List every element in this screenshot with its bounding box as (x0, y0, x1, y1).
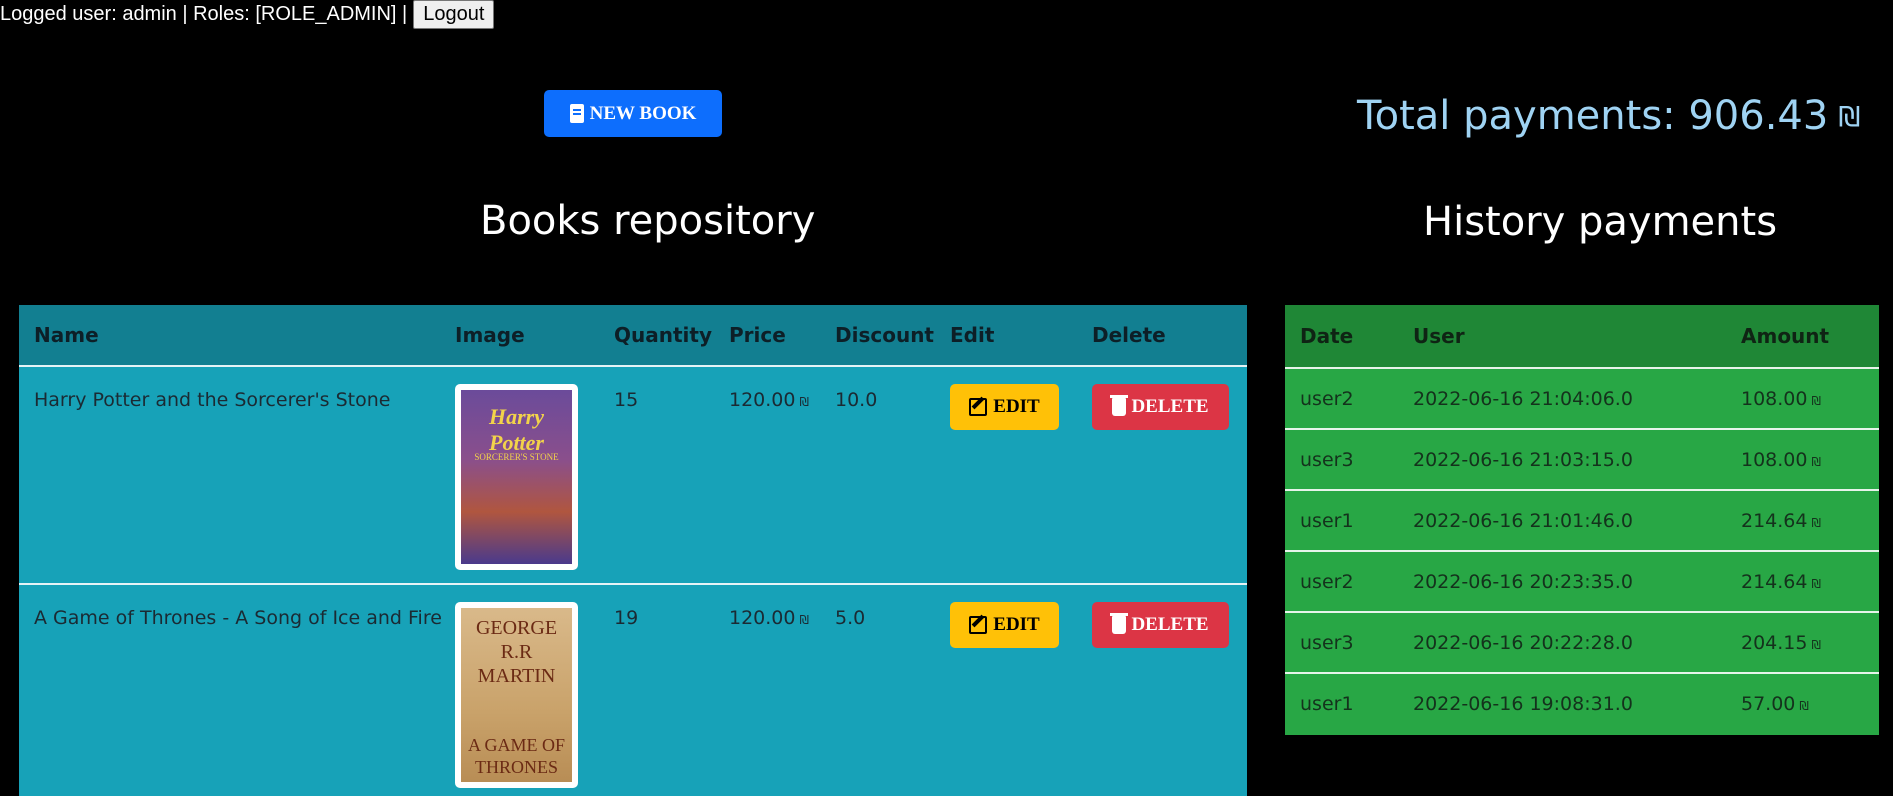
col-image: Image (455, 323, 525, 347)
payment-date: user1 (1300, 692, 1354, 715)
books-table-header: Name Image Quantity Price Discount Edit … (19, 305, 1247, 367)
trash-icon (1110, 395, 1129, 416)
logout-button[interactable]: Logout (413, 0, 495, 29)
payments-table-header: Date User Amount (1285, 305, 1879, 369)
col-delete: Delete (1092, 323, 1166, 347)
col-edit: Edit (950, 323, 995, 347)
payment-user: 2022-06-16 20:23:35.0 (1413, 570, 1633, 593)
book-quantity: 19 (614, 607, 639, 629)
cover-subtitle: SORCERER'S STONE (474, 452, 559, 462)
shekel-icon: ₪ (1811, 454, 1821, 469)
table-row: user2 2022-06-16 21:04:06.0 108.00 ₪ (1285, 369, 1879, 430)
book-price: 120.00 ₪ (729, 607, 809, 629)
books-title: Books repository (480, 198, 816, 244)
book-cover-image: Harry Potter SORCERER'S STONE (455, 384, 578, 570)
payment-amount: 108.00 ₪ (1741, 448, 1821, 471)
col-amount: Amount (1741, 324, 1830, 348)
shekel-icon: ₪ (1811, 576, 1821, 591)
table-row: Harry Potter and the Sorcerer's Stone Ha… (19, 367, 1247, 585)
payments-table: Date User Amount user2 2022-06-16 21:04:… (1285, 305, 1879, 735)
total-payments: Total payments: 906.43 ₪ (1357, 90, 1860, 142)
book-quantity: 15 (614, 389, 639, 411)
edit-icon (969, 616, 988, 634)
book-name: A Game of Thrones - A Song of Ice and Fi… (34, 607, 442, 629)
edit-button[interactable]: EDIT (950, 384, 1059, 430)
shekel-icon: ₪ (1811, 393, 1821, 408)
table-row: user1 2022-06-16 21:01:46.0 214.64 ₪ (1285, 491, 1879, 552)
table-row: user2 2022-06-16 20:23:35.0 214.64 ₪ (1285, 552, 1879, 613)
cover-title: Harry Potter (489, 404, 544, 455)
payment-date: user1 (1300, 509, 1354, 532)
new-book-button[interactable]: NEW BOOK (544, 90, 722, 137)
edit-icon (969, 398, 988, 416)
cover-author: GEORGE R.R MARTIN (475, 617, 558, 687)
total-payments-text: Total payments: 906.43 (1357, 93, 1829, 139)
col-discount: Discount (835, 323, 934, 347)
book-cover-image: GEORGE R.R MARTIN A GAME OF THRONES (455, 602, 578, 788)
shekel-icon: ₪ (799, 613, 809, 627)
col-quantity: Quantity (614, 323, 712, 347)
book-discount: 5.0 (835, 607, 866, 629)
table-row: user3 2022-06-16 20:22:28.0 204.15 ₪ (1285, 613, 1879, 674)
delete-button[interactable]: DELETE (1092, 602, 1229, 648)
shekel-icon: ₪ (1799, 698, 1809, 713)
payment-user: 2022-06-16 19:08:31.0 (1413, 692, 1633, 715)
col-name: Name (34, 323, 99, 347)
payment-date: user2 (1300, 387, 1354, 410)
payment-user: 2022-06-16 21:03:15.0 (1413, 448, 1633, 471)
table-row: user3 2022-06-16 21:03:15.0 108.00 ₪ (1285, 430, 1879, 491)
payment-amount: 214.64 ₪ (1741, 509, 1821, 532)
shekel-icon: ₪ (1811, 637, 1821, 652)
payment-amount: 214.64 ₪ (1741, 570, 1821, 593)
shekel-icon: ₪ (799, 395, 809, 409)
delete-button[interactable]: DELETE (1092, 384, 1229, 430)
logged-user-text: Logged user: admin | Roles: [ROLE_ADMIN]… (0, 3, 408, 25)
payments-title: History payments (1423, 199, 1778, 245)
payment-user: 2022-06-16 20:22:28.0 (1413, 631, 1633, 654)
payment-date: user2 (1300, 570, 1354, 593)
books-table: Name Image Quantity Price Discount Edit … (19, 305, 1247, 796)
col-price: Price (729, 323, 786, 347)
col-date: Date (1300, 324, 1354, 348)
book-name: Harry Potter and the Sorcerer's Stone (34, 389, 391, 411)
trash-icon (1110, 613, 1129, 634)
user-info-bar: Logged user: admin | Roles: [ROLE_ADMIN]… (0, 0, 495, 29)
shekel-icon: ₪ (1838, 99, 1861, 133)
table-row: A Game of Thrones - A Song of Ice and Fi… (19, 585, 1247, 796)
payment-date: user3 (1300, 448, 1354, 471)
table-row: user1 2022-06-16 19:08:31.0 57.00 ₪ (1285, 674, 1879, 733)
book-price: 120.00 ₪ (729, 389, 809, 411)
payment-amount: 57.00 ₪ (1741, 692, 1809, 715)
payment-amount: 108.00 ₪ (1741, 387, 1821, 410)
book-icon (569, 104, 584, 123)
payment-amount: 204.15 ₪ (1741, 631, 1821, 654)
cover-title: A GAME OF THRONES (467, 735, 565, 777)
payment-user: 2022-06-16 21:04:06.0 (1413, 387, 1633, 410)
shekel-icon: ₪ (1811, 515, 1821, 530)
payment-user: 2022-06-16 21:01:46.0 (1413, 509, 1633, 532)
edit-button[interactable]: EDIT (950, 602, 1059, 648)
new-book-label: NEW BOOK (589, 102, 697, 124)
book-discount: 10.0 (835, 389, 878, 411)
col-user: User (1413, 324, 1465, 348)
payment-date: user3 (1300, 631, 1354, 654)
